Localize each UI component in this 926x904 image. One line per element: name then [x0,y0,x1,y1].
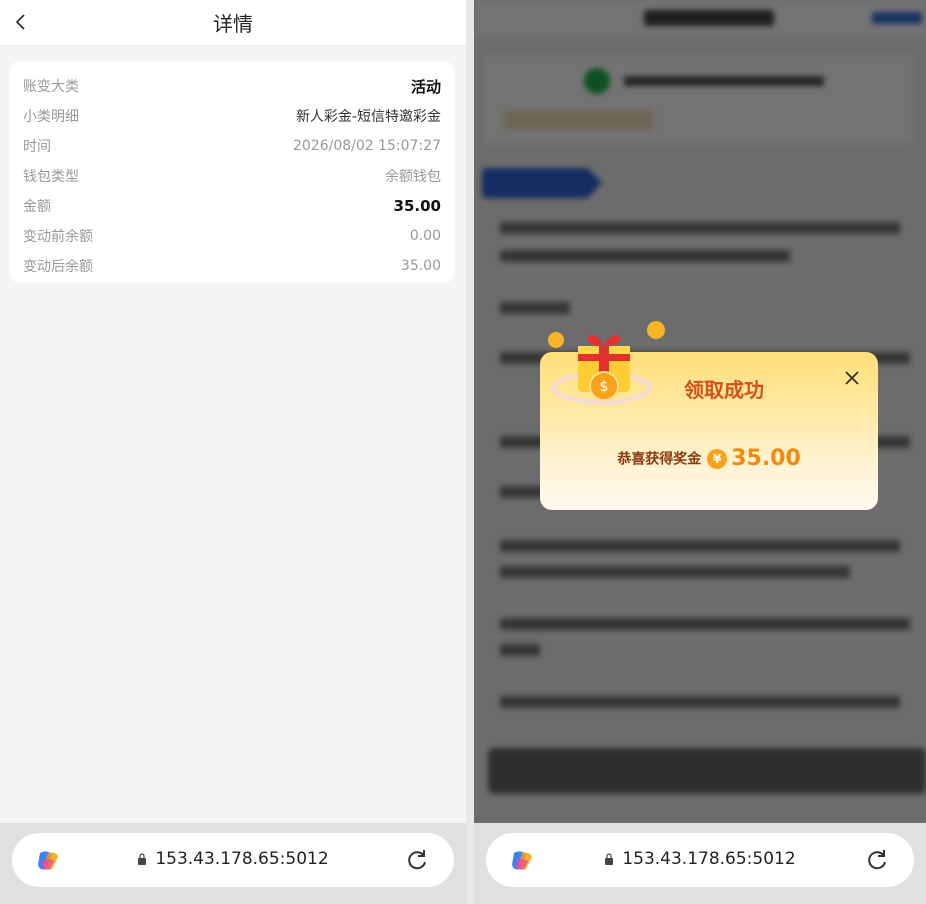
url-text[interactable]: 153.43.178.65:5012 [12,849,454,869]
browser-bar: 153.43.178.65:5012 [474,823,926,904]
detail-value: 35.00 [400,258,441,274]
detail-value: 0.00 [409,228,441,244]
detail-row: 金额 35.00 [23,191,441,221]
detail-key: 时间 [23,139,51,155]
reload-icon[interactable] [404,847,430,873]
url-label: 153.43.178.65:5012 [155,849,329,869]
detail-card: 账变大类 活动 小类明细 新人彩金-短信特邀彩金 时间 2026/08/02 1… [10,61,454,283]
close-icon[interactable] [842,368,862,388]
detail-value: 35.00 [393,197,441,215]
detail-key: 账变大类 [23,79,79,95]
reload-icon[interactable] [864,847,890,873]
left-screen: 详情 账变大类 活动 小类明细 新人彩金-短信特邀彩金 时间 2026/08/0… [0,0,466,904]
detail-value: 新人彩金-短信特邀彩金 [295,109,441,125]
reward-label: 恭喜获得奖金 [617,451,702,468]
svg-text:$: $ [600,379,609,395]
top-bar: 详情 [0,0,466,46]
detail-key: 小类明细 [23,109,79,125]
lock-icon [138,853,147,865]
right-screen: 领取成功 恭喜获得奖金 ¥35.00 $ 153.43.178.65:5012 [474,0,926,904]
address-bar[interactable]: 153.43.178.65:5012 [486,833,914,887]
detail-row: 变动前余额 0.00 [23,221,441,251]
reward-amount: 35.00 [731,446,801,471]
detail-key: 变动后余额 [23,259,93,275]
yen-coin-icon: ¥ [707,448,728,469]
reward-amount-row: 恭喜获得奖金 ¥35.00 [540,446,878,471]
detail-value: 2026/08/02 15:07:27 [292,138,441,154]
detail-row: 钱包类型 余额钱包 [23,161,441,191]
url-text[interactable]: 153.43.178.65:5012 [486,849,914,869]
detail-row: 账变大类 活动 [23,71,441,101]
lock-icon [605,853,614,865]
detail-row: 时间 2026/08/02 15:07:27 [23,131,441,161]
popup-title: 领取成功 [684,378,764,402]
detail-value: 余额钱包 [385,169,441,185]
address-bar[interactable]: 153.43.178.65:5012 [12,833,454,887]
page-title: 详情 [213,12,253,36]
detail-row: 小类明细 新人彩金-短信特邀彩金 [23,101,441,131]
detail-row: 变动后余额 35.00 [23,251,441,281]
detail-key: 金额 [23,199,51,215]
detail-value: 活动 [410,77,441,96]
url-label: 153.43.178.65:5012 [622,849,796,869]
browser-bar: 153.43.178.65:5012 [0,823,466,904]
detail-key: 变动前余额 [23,229,93,245]
gift-box-icon: $ [548,321,665,405]
detail-key: 钱包类型 [23,169,79,185]
